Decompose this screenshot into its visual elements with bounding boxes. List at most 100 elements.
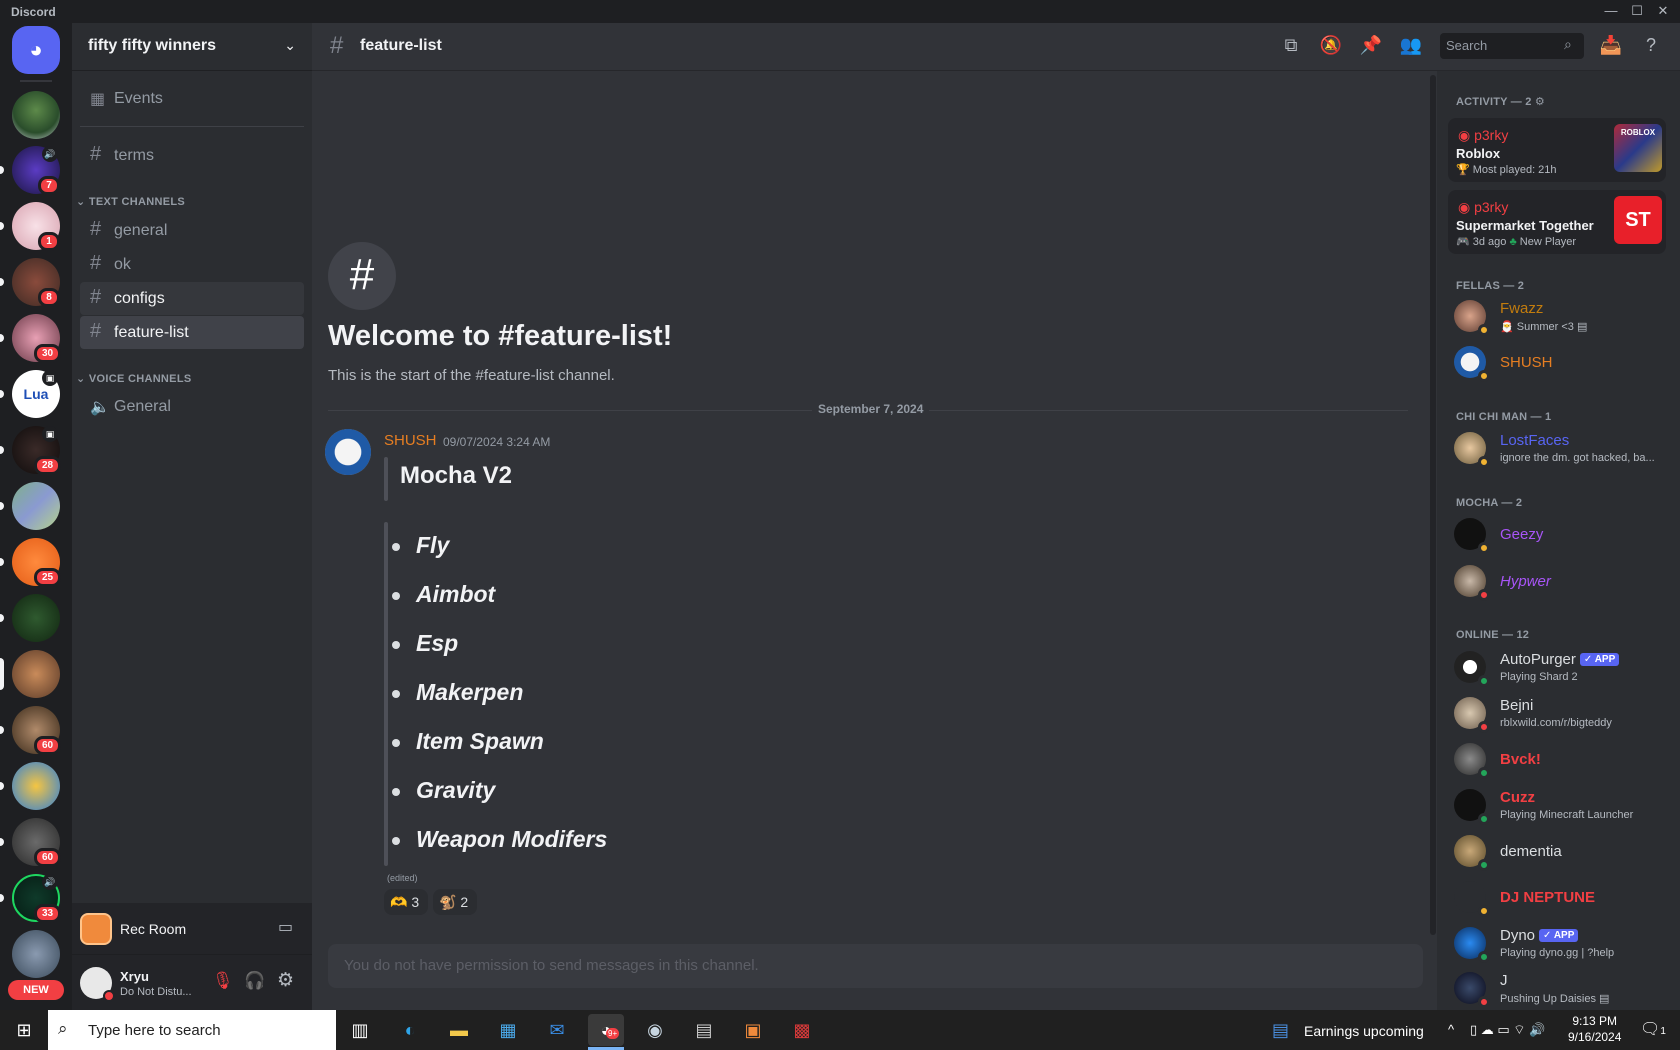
activity-panel[interactable]: Rec Room ▭ [72,903,312,955]
screen-share-icon[interactable]: ▭ [278,917,293,937]
gear-icon[interactable]: ⚙ [277,969,294,992]
help-icon[interactable]: ? [1638,35,1664,59]
store-icon[interactable]: ▦ [490,1014,526,1046]
steam-icon[interactable]: ◉ [637,1014,673,1046]
gear-icon[interactable]: ⚙ [1535,96,1545,108]
member-item[interactable]: LostFaces ignore the dm. got hacked, ba.… [1448,426,1672,470]
clock[interactable]: 9:13 PM 9/16/2024 [1568,1014,1621,1044]
scrollbar[interactable] [1430,75,1436,935]
guild-header[interactable]: fifty fifty winners ⌄ [72,23,312,71]
search-placeholder: Search [1446,38,1488,53]
activity-card[interactable]: ◉ p3rky Supermarket Together 🎮 3d ago ♣ … [1448,190,1666,254]
events-item[interactable]: ▦ Events [80,82,304,115]
member-name: Hypwer [1500,573,1551,590]
online-status-dot [1478,813,1490,825]
mail-icon[interactable]: ✉ [539,1014,575,1046]
server-icon[interactable]: 30 [12,314,62,363]
server-icon[interactable]: 8 [12,258,60,307]
dnd-status-dot [1478,996,1490,1006]
notification-center-icon[interactable]: 🗨1 [1640,1019,1666,1039]
member-item[interactable]: Bvck! [1448,737,1672,781]
activity-detail-text: 3d ago [1472,236,1507,248]
idle-status-dot [1478,370,1490,382]
server-icon[interactable]: 60 [12,818,62,867]
rec-room-icon[interactable]: ▣ [735,1014,771,1046]
avatar[interactable] [325,429,371,475]
member-status: 🎅 Summer <3 ▤ [1500,321,1588,333]
member-list-icon[interactable]: 👥 [1398,35,1424,59]
member-item[interactable]: SHUSH [1448,340,1672,384]
activity-card[interactable]: ◉ p3rky Roblox 🏆 Most played: 21h ROBLOX [1448,118,1666,182]
winrar-icon[interactable]: ▩ [784,1014,820,1046]
server-icon[interactable]: 25 [12,538,62,587]
server-icon[interactable] [12,91,60,139]
server-icon[interactable]: 33 🔊 [12,874,62,923]
file-explorer-icon[interactable]: ▬ [441,1014,477,1046]
server-icon[interactable]: 7 🔊 [12,146,60,195]
task-view-icon[interactable]: ▥ [342,1014,378,1046]
new-unreads-badge[interactable]: NEW [8,980,64,1000]
member-item[interactable]: dementia [1448,829,1672,873]
channel-hash-badge: # [328,242,396,310]
category-text-channels[interactable]: ⌄ TEXT CHANNELS [76,195,185,208]
close-button[interactable]: ✕ [1648,0,1678,23]
edge-icon[interactable]: ◐ [392,1014,428,1046]
mute-mic-icon[interactable]: 🎙 [212,971,234,991]
server-icon[interactable]: 1 [12,202,60,251]
server-icon[interactable]: 28 ▣ [12,426,62,475]
category-voice-channels[interactable]: ⌄ VOICE CHANNELS [76,372,191,385]
mention-badge: 28 [34,456,62,475]
mention-badge: 60 [34,736,62,755]
channel-feature-list[interactable]: # feature-list [80,316,304,349]
group-title: CHI CHI MAN — 1 [1456,411,1552,423]
server-icon[interactable]: 60 [12,706,62,755]
reaction-button[interactable]: 🫶 3 [384,889,428,915]
channel-terms[interactable]: # terms [80,139,304,172]
member-item[interactable]: Bejni rblxwild.com/r/bigteddy [1448,691,1672,735]
tray-chevron-up-icon[interactable]: ^ [1448,1022,1454,1037]
app-icon[interactable]: ▤ [686,1014,722,1046]
search-input[interactable]: Search ⌕ [1440,33,1584,59]
notification-bell-off-icon[interactable]: 🔕 [1318,35,1344,59]
member-item[interactable]: Geezy [1448,512,1672,556]
feature-item: Makerpen [416,679,524,705]
server-icon[interactable] [12,482,60,530]
member-item[interactable]: DJ NEPTUNE [1448,875,1672,919]
channel-label: configs [114,290,165,307]
channel-configs[interactable]: # configs [80,282,304,315]
windows-start-icon[interactable]: ⊞ [6,1014,42,1046]
member-status-text: Pushing Up Daisies [1500,993,1596,1005]
reaction-button[interactable]: 🐒 2 [433,889,477,915]
message-author[interactable]: SHUSH [384,432,437,449]
member-item[interactable]: AutoPurger ✓ APP Playing Shard 2 [1448,645,1672,689]
home-button[interactable]: ◕ [12,26,60,74]
headphones-icon[interactable]: 🎧 [244,971,265,991]
member-name-text: Dyno [1500,927,1536,944]
activity-detail-text: Most played: 21h [1472,164,1557,176]
welcome-subtitle: This is the start of the #feature-list c… [328,367,615,384]
pin-icon[interactable]: 📌 [1358,35,1384,59]
channel-ok[interactable]: # ok [80,248,304,281]
feature-item: Weapon Modifers [416,826,608,852]
group-title: ACTIVITY — 2 [1456,96,1532,108]
taskbar-search-input[interactable]: ⌕ Type here to search [48,1010,336,1050]
server-icon[interactable] [12,650,60,698]
channel-general[interactable]: # general [80,214,304,247]
server-icon[interactable] [12,594,60,642]
server-icon[interactable]: Lua ▣ [12,370,60,418]
notification-count: 1 [1660,1026,1666,1037]
reaction-emoji: 🐒 [439,894,457,910]
inbox-icon[interactable]: 📥 [1598,35,1624,59]
voice-channel-general[interactable]: 🔈 General [80,390,304,423]
discord-taskbar-icon[interactable]: ◕9+ [588,1014,624,1046]
threads-icon[interactable]: ⧉ [1278,35,1304,59]
member-item[interactable]: Cuzz Playing Minecraft Launcher [1448,783,1672,827]
member-item[interactable]: Dyno ✓ APP Playing dyno.gg | ?help [1448,921,1672,965]
member-item[interactable]: Hypwer [1448,559,1672,603]
member-item[interactable]: J Pushing Up Daisies ▤ [1448,966,1672,1006]
tray-icons[interactable]: ▯ ☁ ▭ ⌔ 🔊 [1470,1022,1545,1038]
server-icon[interactable] [12,930,60,978]
server-icon[interactable] [12,762,60,810]
news-widget[interactable]: Earnings upcoming [1304,1023,1424,1039]
member-item[interactable]: Fwazz 🎅 Summer <3 ▤ [1448,294,1672,338]
